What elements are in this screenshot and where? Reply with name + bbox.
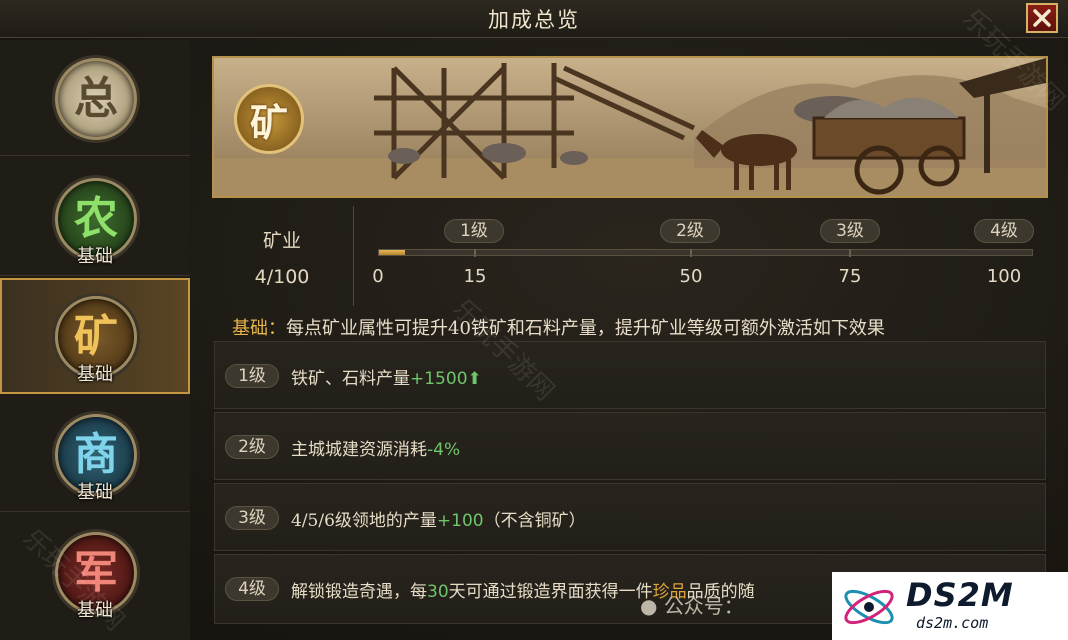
level-pill: 2级	[660, 219, 720, 243]
medal-sub-label: 基础	[77, 482, 113, 503]
logo-main-text: DS2M	[906, 576, 1014, 614]
total-medal: 总	[55, 58, 137, 140]
sidebar-item-military[interactable]: 军 基础	[0, 514, 190, 630]
title-bar: 加成总览	[0, 0, 1068, 38]
effect-level-tag: 3级	[225, 506, 279, 530]
sidebar-item-mining[interactable]: 矿 基础	[0, 278, 190, 394]
bonus-description: 基础：每点矿业属性可提升40铁矿和石料产量，提升矿业等级可额外激活如下效果	[232, 314, 1052, 340]
close-button[interactable]	[1026, 3, 1058, 33]
description-key: 基础：	[232, 318, 286, 339]
medal-glyph: 商	[74, 429, 118, 480]
effect-desc: 主城城建资源消耗	[291, 440, 427, 460]
effect-desc: 4/5/6级领地的产量	[291, 511, 437, 531]
medal-glyph: 军	[74, 547, 118, 598]
category-sidebar: 总 农 基础 矿 基础 商 基础 军 基础	[0, 40, 190, 640]
medal-sub-label: 基础	[77, 246, 113, 267]
effect-text: 主城城建资源消耗-4%	[291, 435, 460, 460]
effect-text: 4/5/6级领地的产量+100（不含铜矿）	[291, 506, 586, 531]
stat-label: 矿业	[262, 230, 301, 252]
effect-row: 1级 铁矿、石料产量+1500⬆	[214, 341, 1046, 409]
progress-fill	[379, 250, 406, 255]
sidebar-item-total[interactable]: 总	[0, 40, 190, 156]
effect-level-tag: 1级	[225, 364, 279, 388]
effect-desc: 解锁锻造奇遇，每	[291, 582, 427, 602]
effect-text: 铁矿、石料产量+1500⬆	[291, 364, 482, 389]
stat-value: 4/100	[254, 266, 310, 288]
effect-level-tag: 4级	[225, 577, 279, 601]
level-pill: 3级	[820, 219, 880, 243]
bonus-overview-window: 加成总览 总 农 基础 矿 基础 商 基础 军 基础 矿 矿业 4/100 1级…	[0, 0, 1068, 640]
effect-value: -4%	[427, 440, 461, 460]
divider	[353, 206, 354, 306]
tick-label: 50	[679, 266, 703, 287]
description-text: 每点矿业属性可提升40铁矿和石料产量，提升矿业等级可额外激活如下效果	[286, 318, 885, 339]
mining-scene-illustration	[214, 58, 1046, 196]
mining-banner: 矿	[212, 56, 1048, 198]
tick-label: 15	[463, 266, 487, 287]
up-arrow-icon: ⬆	[467, 369, 482, 389]
progress-tick	[849, 249, 851, 257]
medal-sub-label: 基础	[77, 364, 113, 385]
effect-value: +100	[436, 511, 484, 531]
level-pill: 1级	[444, 219, 504, 243]
effect-level-tag: 2级	[225, 435, 279, 459]
watermark-gzh-text: 公众号：	[663, 594, 744, 618]
effect-desc: 铁矿、石料产量	[291, 369, 410, 389]
sidebar-item-commerce[interactable]: 商 基础	[0, 396, 190, 512]
effect-note: （不含铜矿）	[483, 511, 586, 531]
medal-glyph: 矿	[74, 311, 118, 362]
tick-label: 0	[372, 266, 384, 287]
badge-glyph: 矿	[249, 99, 288, 145]
tick-label: 100	[986, 266, 1022, 287]
sidebar-item-farm[interactable]: 农 基础	[0, 160, 190, 276]
progress-bar	[378, 249, 1033, 256]
close-icon	[1033, 9, 1051, 27]
progress-tick	[690, 249, 692, 257]
effect-value: +1500	[410, 369, 468, 389]
atom-logo-icon	[844, 589, 894, 625]
medal-glyph: 总	[74, 73, 118, 124]
effect-desc-2: 天可通过锻造界面获得一件	[448, 582, 653, 602]
watermark-gzh: ● 公众号：	[640, 590, 744, 619]
logo-sub-text: ds2m.com	[916, 614, 989, 632]
wechat-icon: ●	[640, 594, 658, 618]
progress-tick	[474, 249, 476, 257]
effect-row: 3级 4/5/6级领地的产量+100（不含铜矿）	[214, 483, 1046, 551]
window-title: 加成总览	[488, 8, 580, 32]
effect-value: 30	[427, 582, 449, 602]
effect-row: 2级 主城城建资源消耗-4%	[214, 412, 1046, 480]
level-pill: 4级	[974, 219, 1034, 243]
medal-sub-label: 基础	[77, 600, 113, 621]
watermark-logo: DS2M ds2m.com	[832, 572, 1068, 640]
mining-badge: 矿	[234, 84, 304, 154]
tick-label: 75	[838, 266, 862, 287]
medal-glyph: 农	[74, 193, 118, 244]
